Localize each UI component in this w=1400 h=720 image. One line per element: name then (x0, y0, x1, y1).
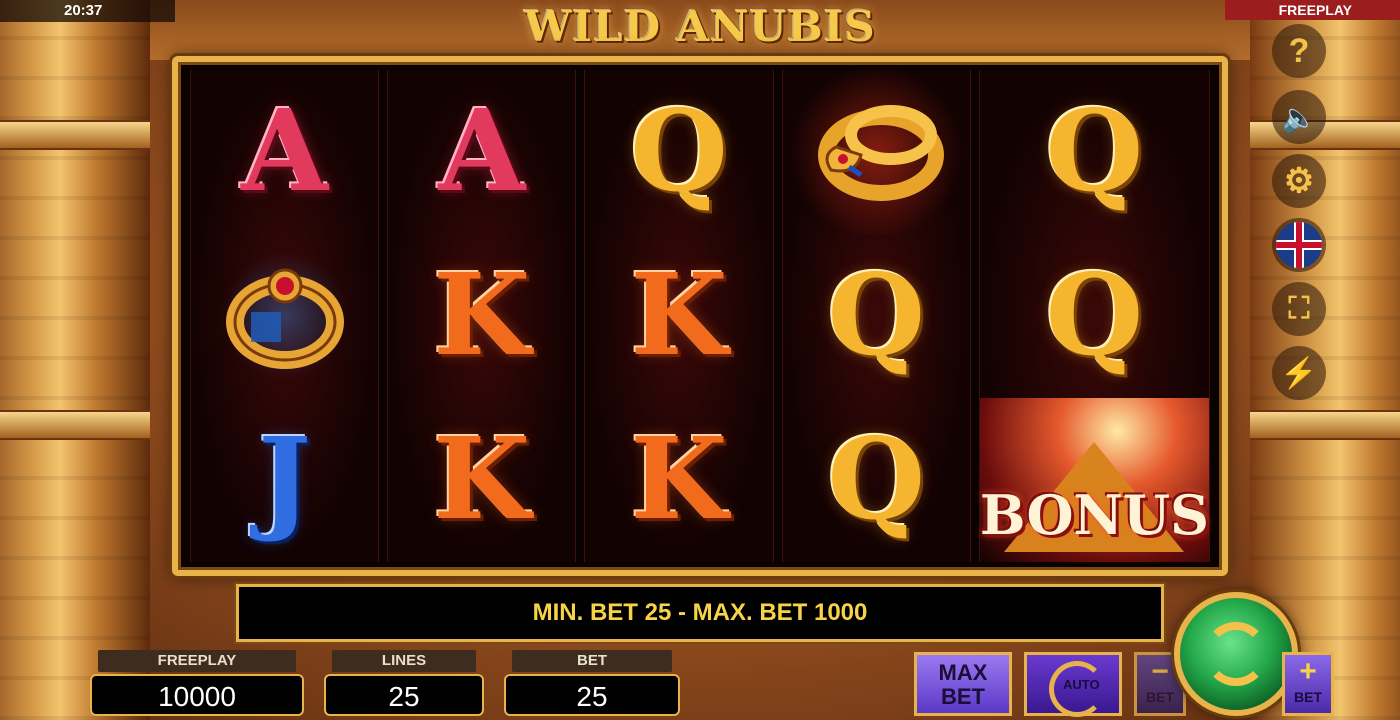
max-bet-button[interactable]: MAX BET (914, 652, 1012, 716)
symbol-q: Q (1045, 250, 1144, 381)
spin-button[interactable] (1174, 592, 1298, 716)
symbol-q: Q (1045, 86, 1144, 217)
help-button[interactable]: ? (1272, 24, 1326, 78)
fullscreen-icon: ⛶ (1288, 292, 1310, 325)
reel-cell: K (388, 398, 575, 562)
max-bet-label-line1: MAX (938, 660, 988, 685)
symbol-j: J (258, 414, 312, 545)
autoplay-button[interactable]: AUTO (1024, 652, 1122, 717)
help-icon: ? (1288, 31, 1310, 70)
spin-arrows-icon (1204, 622, 1268, 686)
left-temple-column (0, 0, 150, 720)
reel-cell: J (191, 398, 378, 562)
reel-cell: Q (980, 234, 1209, 398)
bet-label: BET (512, 650, 672, 672)
reel-2: A K K (387, 70, 577, 562)
reel-3: Q K K (584, 70, 774, 562)
bet-panel: BET 25 (504, 650, 680, 716)
symbol-q: Q (630, 86, 728, 217)
reel-1: A J (190, 70, 380, 562)
reel-cell: K (388, 234, 575, 398)
bet-value: 25 (504, 674, 680, 716)
symbol-k: K (433, 414, 531, 545)
bet-increase-label: BET (1294, 689, 1322, 705)
ring-symbol-icon (220, 252, 349, 380)
fullscreen-button[interactable]: ⛶ (1272, 282, 1326, 336)
autoplay-label: AUTO (1063, 677, 1100, 692)
game-logo: WILD ANUBIS (524, 2, 876, 51)
reel-grid: A J A K K Q K K Q Q Q Q BONUS (190, 70, 1210, 562)
turbo-button[interactable]: ⚡ (1272, 346, 1326, 400)
symbol-a: A (241, 86, 329, 217)
reel-cell: Q (783, 398, 970, 562)
freeplay-balance-value: 10000 (90, 674, 304, 716)
symbol-k: K (630, 250, 728, 381)
clock: 20:37 (0, 0, 175, 22)
lines-panel: LINES 25 (324, 650, 484, 716)
bet-range-message: MIN. BET 25 - MAX. BET 1000 (236, 584, 1164, 642)
language-uk-flag-icon (1276, 222, 1322, 268)
bet-increase-button[interactable]: + BET (1282, 652, 1334, 716)
reel-cell: Q (585, 70, 772, 234)
reel-cell (191, 234, 378, 398)
symbol-k: K (630, 414, 728, 545)
lines-label: LINES (332, 650, 476, 672)
freeplay-mode-badge: FREEPLAY (1225, 0, 1400, 20)
turbo-lightning-icon: ⚡ (1280, 356, 1318, 390)
freeplay-balance-panel: FREEPLAY 10000 (90, 650, 304, 716)
language-button[interactable] (1272, 218, 1326, 272)
lines-value: 25 (324, 674, 484, 716)
settings-button[interactable]: ⚙ (1272, 154, 1326, 208)
snake-symbol-icon (801, 85, 951, 220)
reel-5: Q Q BONUS (978, 70, 1210, 562)
reel-cell: K (585, 234, 772, 398)
reel-4: Q Q (781, 70, 971, 562)
reel-frame: A J A K K Q K K Q Q Q Q BONUS (172, 56, 1228, 576)
symbol-k: K (433, 250, 531, 381)
bonus-symbol: BONUS (979, 483, 1209, 547)
plus-icon: + (1299, 655, 1317, 688)
sound-muted-icon: 🔈 (1281, 101, 1317, 133)
reel-cell: K (585, 398, 772, 562)
max-bet-label-line2: BET (941, 684, 985, 709)
reel-cell (782, 70, 970, 234)
reel-cell: A (388, 70, 575, 234)
freeplay-label: FREEPLAY (98, 650, 296, 672)
settings-gear-icon: ⚙ (1283, 162, 1315, 200)
sound-toggle-button[interactable]: 🔈 (1272, 90, 1326, 144)
reel-cell: Q (980, 70, 1209, 234)
bet-decrease-label: BET (1146, 689, 1174, 705)
reel-cell: A (191, 70, 378, 234)
reel-cell: Q (783, 234, 970, 398)
reel-cell-bonus: BONUS (979, 398, 1209, 562)
symbol-q: Q (827, 250, 926, 381)
symbol-q: Q (827, 414, 926, 545)
symbol-a: A (438, 86, 526, 217)
